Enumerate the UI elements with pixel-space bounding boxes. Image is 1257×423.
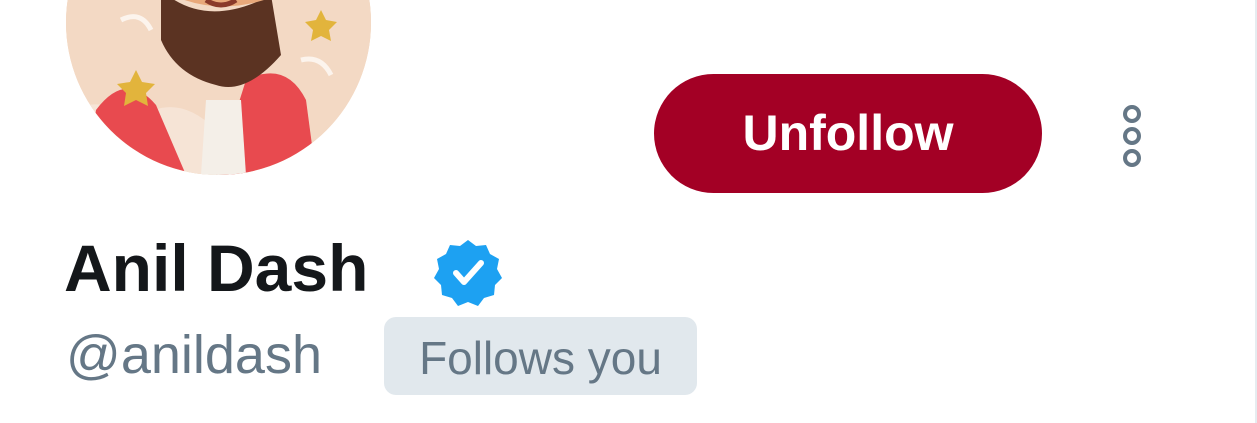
follows-you-badge: Follows you (384, 317, 697, 395)
avatar-illustration (66, 0, 371, 175)
display-name[interactable]: Anil Dash (64, 228, 368, 308)
unfollow-button[interactable]: Unfollow (654, 74, 1042, 193)
more-vertical-icon (1123, 105, 1141, 167)
more-options-button[interactable] (1112, 100, 1152, 172)
avatar[interactable] (66, 0, 371, 175)
screen-name[interactable]: @anildash (66, 322, 322, 388)
verified-badge-icon (432, 236, 504, 308)
